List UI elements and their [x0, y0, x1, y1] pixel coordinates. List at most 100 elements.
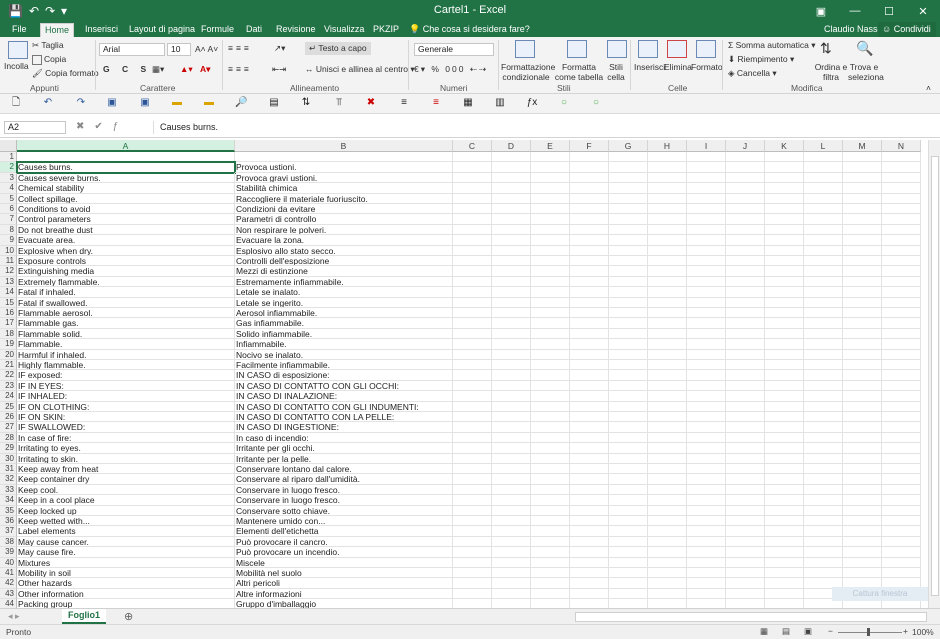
copy-button[interactable]: Copia [32, 54, 66, 65]
cell-f42[interactable] [570, 578, 609, 589]
cell-a32[interactable]: Keep container dry [17, 474, 235, 485]
cell-i19[interactable] [687, 339, 726, 350]
cell-d2[interactable] [492, 162, 531, 173]
cell-i36[interactable] [687, 516, 726, 527]
cell-l21[interactable] [804, 360, 843, 371]
cell-n22[interactable] [882, 370, 921, 381]
cell-k15[interactable] [765, 297, 804, 308]
cell-l16[interactable] [804, 308, 843, 319]
cell-h43[interactable] [648, 588, 687, 600]
cell-a28[interactable]: In case of fire: [17, 432, 235, 444]
cell-g37[interactable] [609, 526, 648, 537]
cell-m21[interactable] [843, 360, 882, 371]
cell-b41[interactable]: Mobilità nel suolo [235, 568, 453, 579]
cell-c29[interactable] [453, 443, 492, 454]
row-header[interactable]: 43 [0, 588, 17, 600]
open-folder-icon[interactable]: ▬ [171, 98, 183, 109]
cell-m4[interactable] [843, 183, 882, 194]
cell-n16[interactable] [882, 308, 921, 319]
cell-b32[interactable]: Conservare al riparo dall'umidità. [235, 474, 453, 485]
cell-n20[interactable] [882, 349, 921, 360]
cell-n4[interactable] [882, 183, 921, 194]
cell-c14[interactable] [453, 287, 492, 298]
cell-f32[interactable] [570, 474, 609, 485]
cell-a17[interactable]: Flammable gas. [17, 318, 235, 329]
tab-pkzip[interactable]: PKZIP [369, 23, 403, 37]
cell-a33[interactable]: Keep cool. [17, 484, 235, 496]
borders-icon[interactable]: ▦▾ [152, 64, 164, 75]
cell-h38[interactable] [648, 536, 687, 548]
sort-filter-icon[interactable]: ⇅ [820, 40, 832, 57]
cell-d43[interactable] [492, 588, 531, 600]
cell-h39[interactable] [648, 547, 687, 558]
cell-n17[interactable] [882, 318, 921, 329]
cell-h30[interactable] [648, 453, 687, 464]
cell-g16[interactable] [609, 308, 648, 319]
cell-c36[interactable] [453, 516, 492, 527]
conditional-format-button[interactable]: Formattazione condizionale [501, 62, 555, 82]
cell-b40[interactable]: Miscele [235, 557, 453, 568]
cell-b3[interactable]: Provoca gravi ustioni. [235, 172, 453, 184]
cell-i20[interactable] [687, 349, 726, 360]
cell-n33[interactable] [882, 484, 921, 496]
cell-g41[interactable] [609, 568, 648, 579]
cell-f12[interactable] [570, 266, 609, 277]
cell-d17[interactable] [492, 318, 531, 329]
insert-cells-icon[interactable] [638, 40, 658, 58]
horizontal-scrollbar[interactable] [575, 612, 927, 622]
row-header[interactable]: 21 [0, 360, 17, 371]
cell-k32[interactable] [765, 474, 804, 485]
select-all-corner[interactable] [0, 140, 17, 152]
cell-f16[interactable] [570, 308, 609, 319]
cell-g34[interactable] [609, 495, 648, 506]
cell-c41[interactable] [453, 568, 492, 579]
cell-a34[interactable]: Keep in a cool place [17, 495, 235, 506]
row-header[interactable]: 17 [0, 318, 17, 329]
cell-l38[interactable] [804, 536, 843, 548]
cell-h24[interactable] [648, 391, 687, 402]
cell-k13[interactable] [765, 276, 804, 288]
cell-h36[interactable] [648, 516, 687, 527]
cell-m14[interactable] [843, 287, 882, 298]
cell-e34[interactable] [531, 495, 570, 506]
cell-styles-icon[interactable] [607, 40, 627, 58]
indent-icons[interactable]: ⇤⇥ [272, 64, 286, 75]
cell-k23[interactable] [765, 380, 804, 392]
cell-i1[interactable] [687, 152, 726, 163]
cell-l7[interactable] [804, 214, 843, 225]
cell-g22[interactable] [609, 370, 648, 381]
cell-f35[interactable] [570, 505, 609, 516]
cell-l32[interactable] [804, 474, 843, 485]
cell-h21[interactable] [648, 360, 687, 371]
cell-l27[interactable] [804, 422, 843, 433]
cell-e24[interactable] [531, 391, 570, 402]
cell-a13[interactable]: Extremely flammable. [17, 276, 235, 288]
cell-e30[interactable] [531, 453, 570, 464]
cell-n14[interactable] [882, 287, 921, 298]
cell-g17[interactable] [609, 318, 648, 329]
cell-m15[interactable] [843, 297, 882, 308]
cell-d8[interactable] [492, 224, 531, 236]
cell-j8[interactable] [726, 224, 765, 236]
cell-g11[interactable] [609, 256, 648, 267]
orientation-icon[interactable]: ↗▾ [274, 43, 285, 54]
cell-d1[interactable] [492, 152, 531, 163]
row-header[interactable]: 10 [0, 245, 17, 256]
cell-a7[interactable]: Control parameters [17, 214, 235, 225]
cell-c23[interactable] [453, 380, 492, 392]
row-header[interactable]: 20 [0, 349, 17, 360]
cell-g5[interactable] [609, 193, 648, 204]
cell-g9[interactable] [609, 235, 648, 246]
cell-l5[interactable] [804, 193, 843, 204]
cell-e41[interactable] [531, 568, 570, 579]
cell-h10[interactable] [648, 245, 687, 256]
cell-f26[interactable] [570, 412, 609, 423]
cell-a38[interactable]: May cause cancer. [17, 536, 235, 548]
grid-icon[interactable]: ▦ [462, 98, 474, 109]
cell-l11[interactable] [804, 256, 843, 267]
cell-f11[interactable] [570, 256, 609, 267]
save-as-icon[interactable]: ▣ [139, 98, 151, 109]
zoom-level[interactable]: 100% [912, 627, 934, 637]
row-header[interactable]: 42 [0, 578, 17, 589]
view-mode-icons[interactable]: ▦▤▣ [760, 626, 826, 637]
